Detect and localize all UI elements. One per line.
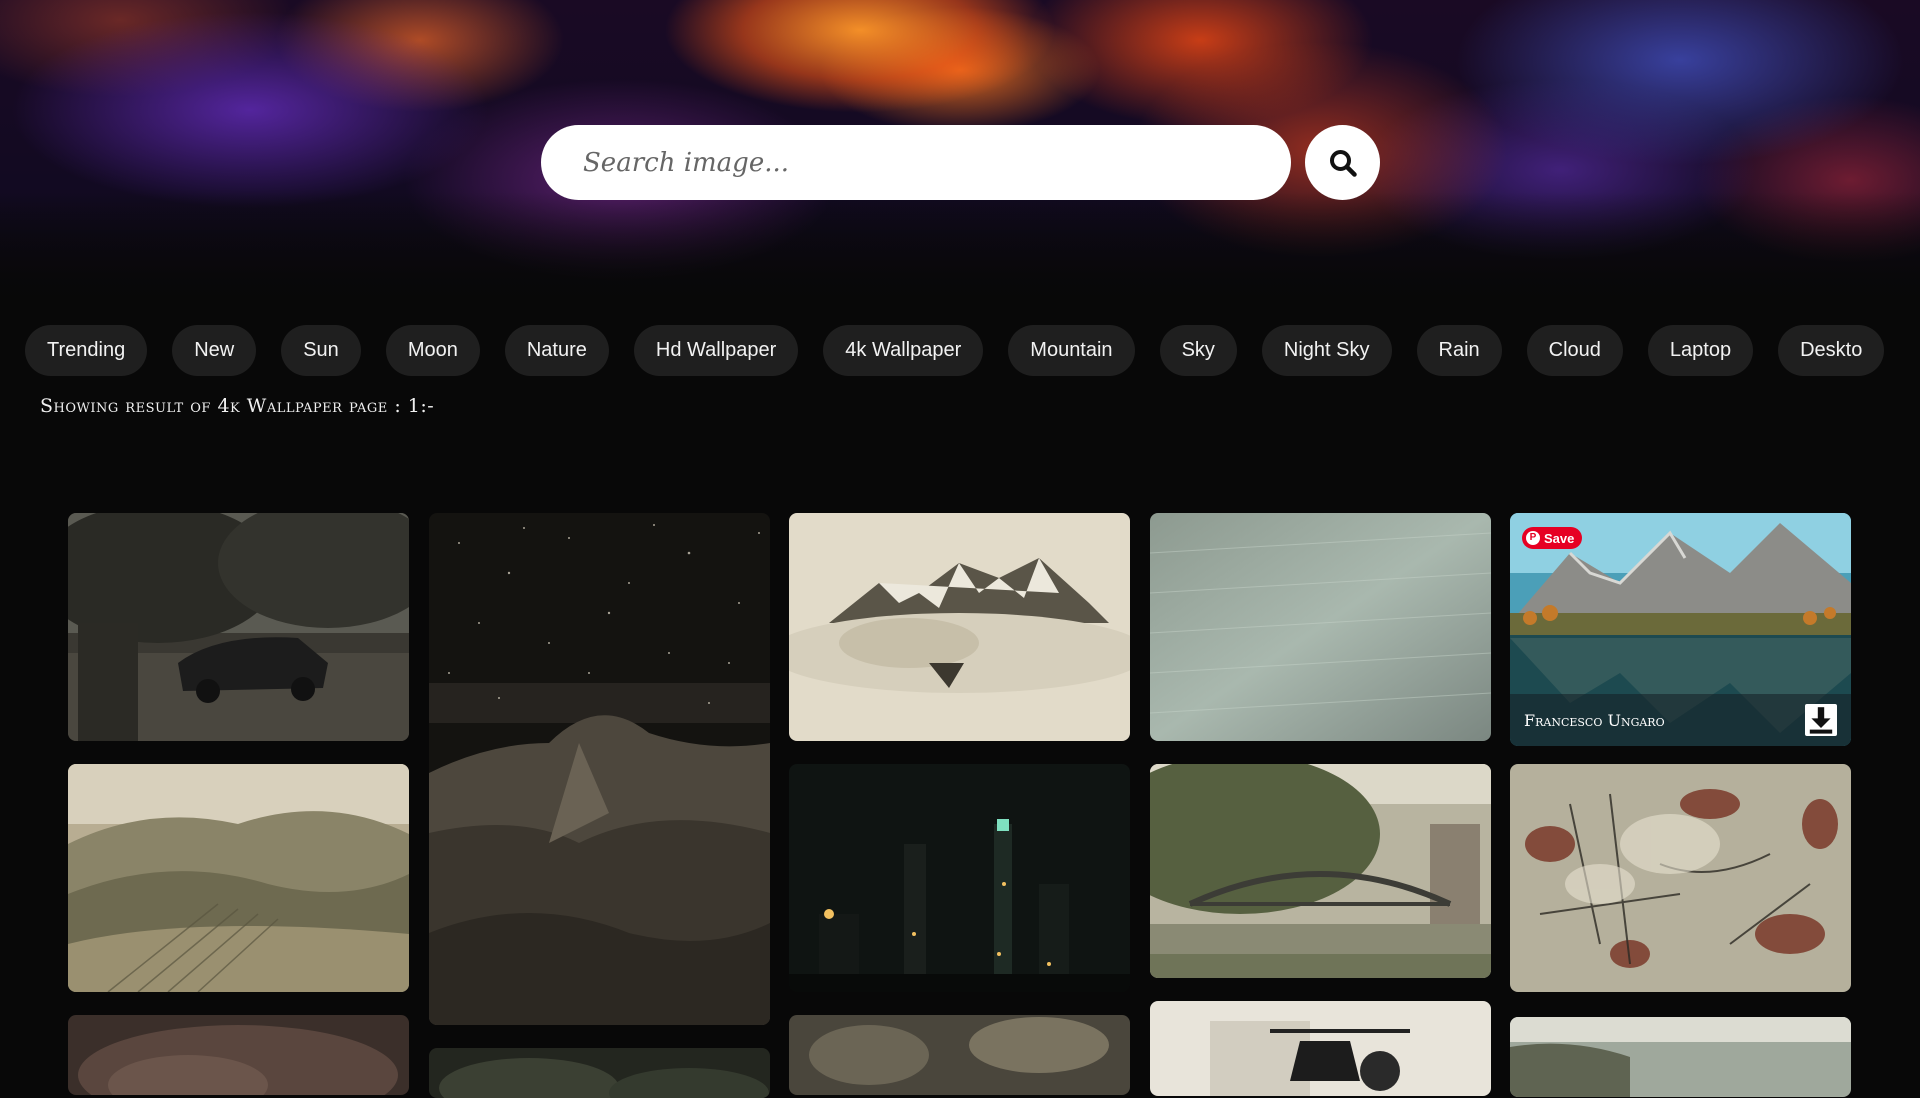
tag-laptop[interactable]: Laptop: [1647, 325, 1754, 376]
ocean-surface-image: [1150, 513, 1491, 741]
search-bar[interactable]: [541, 125, 1291, 200]
tag-sky[interactable]: Sky: [1159, 325, 1237, 376]
tag-list: Trending New Sun Moon Nature Hd Wallpape…: [25, 325, 1885, 376]
tag-new[interactable]: New: [172, 325, 257, 376]
tag-mountain[interactable]: Mountain: [1008, 325, 1135, 376]
image-tile[interactable]: [789, 513, 1130, 741]
search-button[interactable]: [1305, 125, 1380, 200]
motorcycle-image: [1150, 1001, 1491, 1096]
image-tile[interactable]: [1510, 764, 1851, 992]
download-icon: [1809, 707, 1833, 734]
bridge-castle-image: [1150, 764, 1491, 978]
search-input[interactable]: [581, 146, 1291, 179]
abstract-paint-image: [1510, 764, 1851, 992]
image-tile[interactable]: [789, 764, 1130, 992]
tag-cloud[interactable]: Cloud: [1526, 325, 1623, 376]
night-city-image: [789, 764, 1130, 992]
image-tile[interactable]: [1510, 1017, 1851, 1097]
image-tile[interactable]: [1150, 1001, 1491, 1096]
leaves-image: [429, 1048, 770, 1098]
tag-hd-wallpaper[interactable]: Hd Wallpaper: [633, 325, 799, 376]
tag-trending[interactable]: Trending: [25, 325, 148, 376]
pinterest-save-button[interactable]: P Save: [1522, 527, 1583, 549]
save-label: Save: [1544, 530, 1575, 546]
featured-image-tile[interactable]: P Save Francesco Ungaro: [1510, 513, 1851, 746]
car-garden-image: [68, 513, 409, 741]
photographer-name: Francesco Ungaro: [1524, 710, 1665, 730]
tag-nature[interactable]: Nature: [504, 325, 609, 376]
tag-4k-wallpaper[interactable]: 4k Wallpaper: [823, 325, 984, 376]
tag-rain[interactable]: Rain: [1416, 325, 1502, 376]
image-tile[interactable]: [68, 513, 409, 741]
starry-mountain-image: [429, 513, 770, 1025]
image-tile[interactable]: [1150, 513, 1491, 741]
plants-image: [789, 1015, 1130, 1095]
image-tile[interactable]: [68, 1015, 409, 1095]
feather-image: [68, 1015, 409, 1095]
misty-peaks-image: [789, 513, 1130, 741]
coastline-image: [1510, 1017, 1851, 1097]
pinterest-icon: P: [1526, 531, 1540, 545]
tag-sun[interactable]: Sun: [281, 325, 361, 376]
photo-credit-bar: Francesco Ungaro: [1510, 694, 1851, 746]
tag-desktop[interactable]: Deskto: [1778, 325, 1885, 376]
hills-vineyard-image: [68, 764, 409, 992]
image-tile[interactable]: [789, 1015, 1130, 1095]
results-heading: Showing result of 4k Wallpaper page : 1:…: [40, 395, 435, 417]
tag-moon[interactable]: Moon: [385, 325, 480, 376]
download-button[interactable]: [1805, 704, 1837, 736]
tag-night-sky[interactable]: Night Sky: [1261, 325, 1392, 376]
image-tile[interactable]: [429, 1048, 770, 1098]
image-tile[interactable]: [68, 764, 409, 992]
image-tile[interactable]: [1150, 764, 1491, 978]
search-icon: [1329, 149, 1357, 177]
image-tile[interactable]: [429, 513, 770, 1025]
